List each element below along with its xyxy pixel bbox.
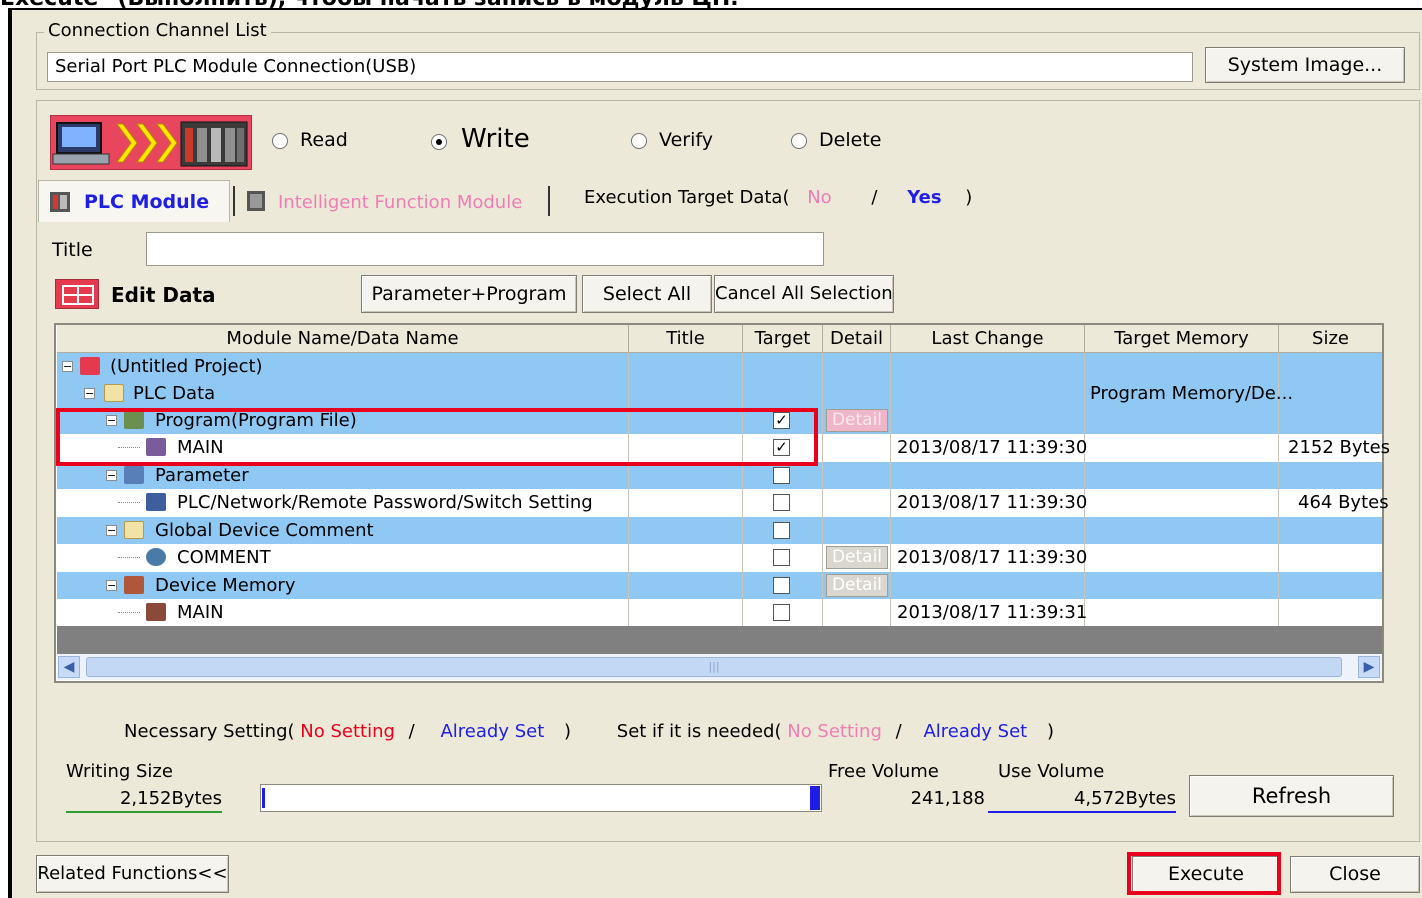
title-label: Title <box>52 239 93 261</box>
tree-line <box>118 612 140 613</box>
writing-size-label: Writing Size <box>66 761 173 782</box>
project-icon <box>80 357 100 375</box>
collapse-icon[interactable]: − <box>84 388 95 399</box>
size-value: 2152 Bytes <box>1288 437 1391 458</box>
last-change-value: 2013/08/17 11:39:30 <box>897 492 1088 513</box>
folder-icon <box>124 521 144 539</box>
table-empty-area <box>57 626 1382 654</box>
intelligent-module-icon <box>247 191 265 211</box>
tree-label: PLC/Network/Remote Password/Switch Setti… <box>177 492 593 513</box>
scroll-thumb[interactable]: ||| <box>86 657 1342 677</box>
read-radio[interactable]: Read <box>272 129 348 151</box>
table-row[interactable] <box>57 462 1382 489</box>
table-row[interactable] <box>57 599 1382 626</box>
collapse-icon[interactable]: − <box>106 470 117 481</box>
detail-button[interactable]: Detail <box>826 546 888 569</box>
collapse-icon[interactable]: − <box>106 580 117 591</box>
tree-label: (Untitled Project) <box>110 356 263 377</box>
column-separator <box>822 353 823 626</box>
tree-line <box>118 557 140 558</box>
device-file-icon <box>146 603 166 621</box>
tree-line <box>118 502 140 503</box>
plc-write-icon <box>50 115 252 170</box>
column-separator <box>628 353 629 626</box>
edit-data-icon <box>55 279 99 309</box>
column-header-target-memory[interactable]: Target Memory <box>1085 325 1279 353</box>
free-volume-label: Free Volume <box>828 761 939 782</box>
target-checkbox[interactable] <box>773 522 790 539</box>
write-radio[interactable]: Write <box>431 124 530 154</box>
refresh-button[interactable]: Refresh <box>1189 775 1394 817</box>
select-all-button[interactable]: Select All <box>582 275 712 313</box>
radio-selected-icon <box>431 133 447 150</box>
column-header-size[interactable]: Size <box>1279 325 1382 353</box>
parameter-program-button[interactable]: Parameter+Program <box>361 275 577 313</box>
scroll-left-icon[interactable]: ◀ <box>58 656 80 678</box>
last-change-value: 2013/08/17 11:39:30 <box>897 547 1088 568</box>
tree-label: Device Memory <box>155 575 296 596</box>
writing-size-bar <box>260 784 822 812</box>
radio-icon <box>631 132 647 149</box>
tab-divider <box>548 186 550 216</box>
highlight-box <box>56 408 818 466</box>
tab-divider <box>233 186 235 216</box>
tab-intelligent-function-module[interactable]: Intelligent Function Module <box>240 180 550 222</box>
target-checkbox[interactable] <box>773 494 790 511</box>
detail-button[interactable]: Detail <box>826 574 888 597</box>
target-memory-value: Program Memory/De... <box>1090 383 1294 404</box>
connection-group-label: Connection Channel List <box>44 20 271 41</box>
execute-highlight-box <box>1127 852 1281 895</box>
column-separator <box>742 353 743 626</box>
tree-label: COMMENT <box>177 547 271 568</box>
column-separator <box>890 353 891 626</box>
radio-icon <box>791 132 807 149</box>
setting-legend: Necessary Setting( No Setting / Already … <box>124 721 1054 742</box>
radio-icon <box>272 132 288 149</box>
device-memory-icon <box>124 576 144 594</box>
setting-icon <box>146 493 166 511</box>
column-header-title[interactable]: Title <box>629 325 743 353</box>
last-change-value: 2013/08/17 11:39:30 <box>897 437 1088 458</box>
plc-module-icon <box>50 192 70 212</box>
column-header-name[interactable]: Module Name/Data Name <box>57 325 629 353</box>
verify-radio[interactable]: Verify <box>631 129 713 151</box>
use-volume-value: 4,572Bytes <box>988 787 1176 813</box>
execution-target-legend: Execution Target Data( No / Yes ) <box>584 187 973 208</box>
cancel-all-selections-button[interactable]: Cancel All Selections <box>714 275 894 313</box>
last-change-value: 2013/08/17 11:39:31 <box>897 602 1088 623</box>
scroll-right-icon[interactable]: ▶ <box>1358 656 1380 678</box>
target-checkbox[interactable] <box>773 549 790 566</box>
size-value: 464 Bytes <box>1298 492 1389 513</box>
free-volume-value: 241,188 <box>910 788 985 809</box>
parameter-icon <box>124 466 144 484</box>
column-header-last-change[interactable]: Last Change <box>891 325 1085 353</box>
edit-data-label: Edit Data <box>111 283 216 307</box>
tree-label: MAIN <box>177 602 224 623</box>
writing-size-fill <box>262 788 265 808</box>
comment-icon <box>146 548 166 566</box>
target-checkbox[interactable] <box>773 604 790 621</box>
delete-radio[interactable]: Delete <box>791 129 881 151</box>
collapse-icon[interactable]: − <box>106 525 117 536</box>
tree-label: Parameter <box>155 465 249 486</box>
system-image-button[interactable]: System Image... <box>1205 47 1405 83</box>
connection-channel-field[interactable]: Serial Port PLC Module Connection(USB) <box>47 52 1193 82</box>
close-button[interactable]: Close <box>1290 856 1420 893</box>
title-input[interactable] <box>146 232 824 266</box>
free-volume-marker <box>810 786 820 810</box>
tree-label: PLC Data <box>133 383 216 404</box>
folder-icon <box>104 384 124 402</box>
column-header-target[interactable]: Target <box>743 325 823 353</box>
writing-size-value: 2,152Bytes <box>66 787 222 813</box>
tab-plc-module[interactable]: PLC Module <box>38 180 230 222</box>
target-checkbox[interactable] <box>773 467 790 484</box>
collapse-icon[interactable]: − <box>62 361 73 372</box>
column-header-detail[interactable]: Detail <box>823 325 891 353</box>
target-checkbox[interactable] <box>773 577 790 594</box>
tree-label: Global Device Comment <box>155 520 374 541</box>
related-functions-button[interactable]: Related Functions<< <box>36 855 229 893</box>
use-volume-label: Use Volume <box>998 761 1105 782</box>
detail-button[interactable]: Detail <box>826 409 888 432</box>
